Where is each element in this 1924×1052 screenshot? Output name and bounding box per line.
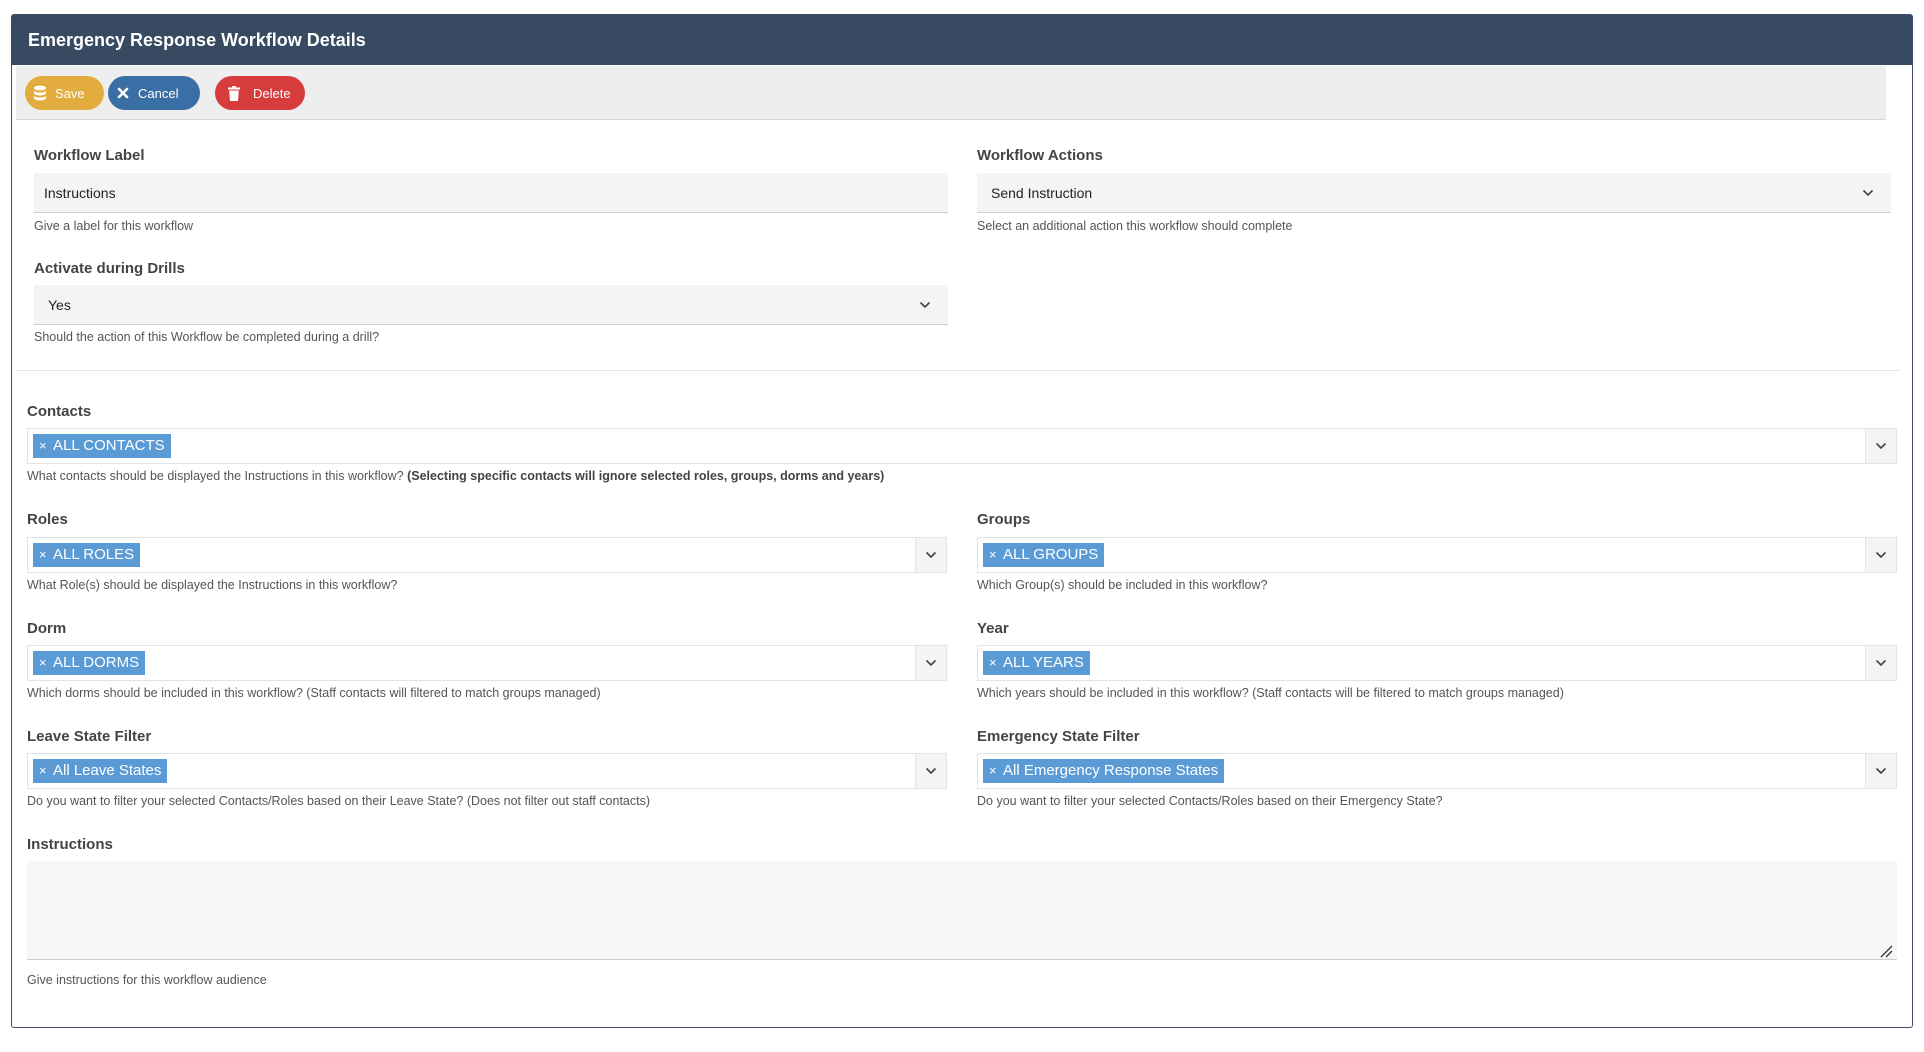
workflow-label-help: Give a label for this workflow (34, 219, 194, 233)
activate-drills-help: Should the action of this Workflow be co… (34, 330, 380, 344)
tag-label: ALL YEARS (1003, 654, 1084, 671)
groups-multiselect[interactable]: × ALL GROUPS (977, 537, 1897, 573)
tag-label: All Leave States (53, 762, 162, 779)
tag-label: ALL CONTACTS (53, 437, 165, 454)
workflow-actions-help: Select an additional action this workflo… (977, 219, 1293, 233)
delete-button-label: Delete (253, 85, 291, 101)
chevron-down-icon[interactable] (1865, 429, 1896, 463)
chevron-down-icon[interactable] (1865, 646, 1896, 680)
leave-state-help: Do you want to filter your selected Cont… (27, 794, 651, 808)
year-tag: × ALL YEARS (983, 651, 1090, 675)
tag-remove-button[interactable]: × (39, 543, 47, 567)
chevron-down-icon[interactable] (1865, 754, 1896, 788)
workflow-actions-label: Workflow Actions (977, 147, 1103, 164)
contacts-help: What contacts should be displayed the In… (27, 469, 884, 483)
groups-tag: × ALL GROUPS (983, 543, 1105, 567)
tag-remove-button[interactable]: × (39, 651, 47, 675)
contacts-help-text: What contacts should be displayed the In… (27, 469, 404, 483)
tag-label: ALL ROLES (53, 546, 135, 563)
chevron-down-icon[interactable] (915, 646, 946, 680)
workflow-label-label: Workflow Label (34, 147, 145, 164)
workflow-actions-select[interactable]: Send Instruction (977, 173, 1891, 213)
chevron-down-icon (1853, 173, 1883, 212)
emergency-state-label: Emergency State Filter (977, 728, 1140, 745)
contacts-label: Contacts (27, 403, 92, 420)
contacts-help-bold: (Selecting specific contacts will ignore… (407, 469, 885, 483)
save-button-label: Save (55, 85, 85, 101)
dorm-tag: × ALL DORMS (33, 651, 146, 675)
tag-remove-button[interactable]: × (39, 434, 47, 458)
dorm-help: Which dorms should be included in this w… (27, 686, 601, 700)
chevron-down-icon (910, 285, 940, 324)
workflow-actions-value: Send Instruction (991, 185, 1093, 201)
section-divider (16, 370, 1900, 371)
activate-drills-select[interactable]: Yes (34, 285, 948, 325)
cancel-button-label: Cancel (138, 85, 179, 101)
resize-handle-icon[interactable] (1879, 944, 1922, 1050)
instructions-textarea[interactable] (27, 861, 1897, 960)
activate-drills-value: Yes (48, 297, 71, 313)
roles-label: Roles (27, 511, 68, 528)
save-button[interactable]: Save (25, 76, 104, 110)
tag-label: ALL DORMS (53, 654, 140, 671)
contacts-multiselect[interactable]: × ALL CONTACTS (27, 428, 1897, 464)
leave-state-multiselect[interactable]: × All Leave States (27, 753, 947, 789)
emergency-state-tag: × All Emergency Response States (983, 759, 1225, 783)
dorm-multiselect[interactable]: × ALL DORMS (27, 645, 947, 681)
toolbar: Save Cancel Delete (16, 66, 1886, 120)
dorm-label: Dorm (27, 620, 67, 637)
tag-remove-button[interactable]: × (989, 651, 997, 675)
groups-help: Which Group(s) should be included in thi… (977, 578, 1268, 592)
activate-drills-label: Activate during Drills (34, 260, 185, 277)
chevron-down-icon[interactable] (1865, 538, 1896, 572)
instructions-label: Instructions (27, 836, 113, 853)
instructions-help: Give instructions for this workflow audi… (27, 973, 267, 987)
roles-help: What Role(s) should be displayed the Ins… (27, 578, 398, 592)
tag-remove-button[interactable]: × (39, 759, 47, 783)
panel-title: Emergency Response Workflow Details (12, 15, 1912, 65)
close-icon (108, 87, 138, 99)
emergency-state-multiselect[interactable]: × All Emergency Response States (977, 753, 1897, 789)
tag-remove-button[interactable]: × (989, 543, 997, 567)
contacts-tag: × ALL CONTACTS (33, 434, 171, 458)
tag-label: All Emergency Response States (1003, 762, 1219, 779)
trash-icon (215, 85, 253, 101)
tag-label: ALL GROUPS (1003, 546, 1099, 563)
chevron-down-icon[interactable] (915, 538, 946, 572)
delete-button[interactable]: Delete (215, 76, 305, 110)
year-help: Which years should be included in this w… (977, 686, 1564, 700)
workflow-label-input[interactable]: Instructions (34, 173, 948, 213)
database-icon (25, 85, 55, 101)
year-multiselect[interactable]: × ALL YEARS (977, 645, 1897, 681)
groups-label: Groups (977, 511, 1031, 528)
year-label: Year (977, 620, 1009, 637)
leave-state-tag: × All Leave States (33, 759, 168, 783)
cancel-button[interactable]: Cancel (108, 76, 200, 110)
chevron-down-icon[interactable] (915, 754, 946, 788)
emergency-state-help: Do you want to filter your selected Cont… (977, 794, 1443, 808)
roles-multiselect[interactable]: × ALL ROLES (27, 537, 947, 573)
roles-tag: × ALL ROLES (33, 543, 141, 567)
tag-remove-button[interactable]: × (989, 759, 997, 783)
leave-state-label: Leave State Filter (27, 728, 152, 745)
